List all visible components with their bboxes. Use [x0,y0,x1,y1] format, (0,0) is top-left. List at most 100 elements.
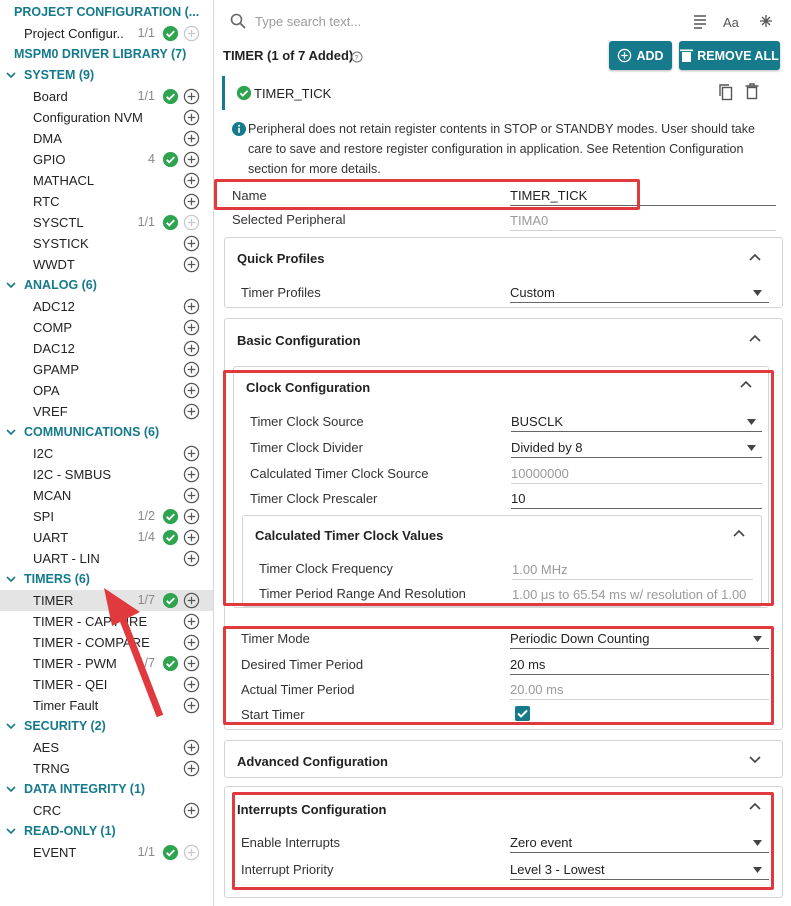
sparkle-icon[interactable] [757,12,775,30]
timer-mode-select[interactable]: Periodic Down Counting [510,631,769,649]
add-circle-icon[interactable] [183,151,200,168]
add-circle-icon[interactable] [183,592,200,609]
tree-item-dac12[interactable]: DAC12 [0,338,213,359]
add-circle-icon[interactable] [183,88,200,105]
clock-prescaler-field[interactable]: 10 [511,491,762,509]
add-circle-icon[interactable] [183,109,200,126]
tree-item-adc12[interactable]: ADC12 [0,296,213,317]
tree-item-comp[interactable]: COMP [0,317,213,338]
tree-item-project-configuration[interactable]: Project Configur... 1/1 [0,23,213,44]
advanced-configuration-title[interactable]: Advanced Configuration [237,754,388,769]
add-circle-icon[interactable] [183,844,200,861]
tree-item-event[interactable]: EVENT 1/1 [0,842,213,863]
remove-all-button[interactable]: REMOVE ALL [679,41,780,70]
chevron-up-icon[interactable] [749,802,761,810]
chevron-down-icon[interactable] [5,69,17,81]
tree-category-data-integrity[interactable]: DATA INTEGRITY (1) [0,779,213,800]
name-field[interactable]: TIMER_TICK [510,188,776,206]
tree-item-uart-lin[interactable]: UART - LIN [0,548,213,569]
add-circle-icon[interactable] [183,676,200,693]
chevron-up-icon[interactable] [733,529,745,537]
add-circle-icon[interactable] [183,130,200,147]
tree-item-systick[interactable]: SYSTICK [0,233,213,254]
dropdown-arrow-icon[interactable] [753,840,762,846]
tree-item-gpamp[interactable]: GPAMP [0,359,213,380]
add-circle-icon[interactable] [183,655,200,672]
enable-interrupts-select[interactable]: Zero event [510,835,769,853]
add-circle-icon[interactable] [183,445,200,462]
tree-item-sysctl[interactable]: SYSCTL 1/1 [0,212,213,233]
clock-source-select[interactable]: BUSCLK [511,414,762,432]
tree-item-spi[interactable]: SPI 1/2 [0,506,213,527]
add-circle-icon[interactable] [183,382,200,399]
dropdown-arrow-icon[interactable] [747,445,756,451]
tree-item-opa[interactable]: OPA [0,380,213,401]
chevron-down-icon[interactable] [5,825,17,837]
tree-item-i2c-smbus[interactable]: I2C - SMBUS [0,464,213,485]
tree-item-uart[interactable]: UART 1/4 [0,527,213,548]
add-circle-icon[interactable] [183,508,200,525]
tree-item-rtc[interactable]: RTC [0,191,213,212]
add-circle-icon[interactable] [183,697,200,714]
chevron-down-icon[interactable] [5,783,17,795]
tree-category-system[interactable]: SYSTEM (9) [0,65,213,86]
dropdown-arrow-icon[interactable] [753,867,762,873]
interrupt-priority-select[interactable]: Level 3 - Lowest [510,862,769,880]
add-circle-icon[interactable] [183,172,200,189]
tree-item-timer-compare[interactable]: TIMER - COMPARE [0,632,213,653]
basic-configuration-title[interactable]: Basic Configuration [237,333,361,348]
add-circle-icon[interactable] [183,403,200,420]
chevron-down-icon[interactable] [5,720,17,732]
tree-item-gpio[interactable]: GPIO 4 [0,149,213,170]
start-timer-checkbox[interactable] [515,706,530,721]
dropdown-arrow-icon[interactable] [753,636,762,642]
tree-item-mcan[interactable]: MCAN [0,485,213,506]
clock-configuration-title[interactable]: Clock Configuration [246,380,370,395]
tree-item-trng[interactable]: TRNG [0,758,213,779]
chevron-down-icon[interactable] [5,426,17,438]
tree-item-aes[interactable]: AES [0,737,213,758]
tree-item-crc[interactable]: CRC [0,800,213,821]
add-circle-icon[interactable] [183,466,200,483]
tree-item-timer-qei[interactable]: TIMER - QEI [0,674,213,695]
dropdown-arrow-icon[interactable] [747,419,756,425]
timer-profiles-select[interactable]: Custom [510,285,769,303]
tree-category-project-configuration[interactable]: PROJECT CONFIGURATION (... [0,2,213,23]
add-circle-icon[interactable] [183,319,200,336]
search-input[interactable] [255,10,615,32]
tree-item-timer-fault[interactable]: Timer Fault [0,695,213,716]
chevron-up-icon[interactable] [749,253,761,261]
tree-item-configuration-nvm[interactable]: Configuration NVM [0,107,213,128]
copy-icon[interactable] [718,83,734,101]
chevron-up-icon[interactable] [749,334,761,342]
font-size-icon[interactable]: Aa [723,12,741,30]
tree-category-communications[interactable]: COMMUNICATIONS (6) [0,422,213,443]
tree-item-vref[interactable]: VREF [0,401,213,422]
add-circle-icon[interactable] [183,361,200,378]
add-circle-icon[interactable] [183,340,200,357]
add-circle-icon[interactable] [183,802,200,819]
add-circle-icon[interactable] [183,634,200,651]
add-circle-icon[interactable] [183,25,200,42]
tree-category-read-only[interactable]: READ-ONLY (1) [0,821,213,842]
add-circle-icon[interactable] [183,613,200,630]
add-circle-icon[interactable] [183,214,200,231]
tree-category-security[interactable]: SECURITY (2) [0,716,213,737]
tree-item-mathacl[interactable]: MATHACL [0,170,213,191]
quick-profiles-title[interactable]: Quick Profiles [237,251,324,266]
chevron-down-icon[interactable] [5,279,17,291]
tree-item-timer-pwm[interactable]: TIMER - PWM 1/7 [0,653,213,674]
tree-item-wwdt[interactable]: WWDT [0,254,213,275]
instance-name[interactable]: TIMER_TICK [254,86,331,101]
desired-period-field[interactable]: 20 ms [510,657,769,675]
add-circle-icon[interactable] [183,739,200,756]
help-icon[interactable]: ? [351,51,363,63]
chevron-down-icon[interactable] [749,756,761,764]
add-circle-icon[interactable] [183,487,200,504]
add-circle-icon[interactable] [183,235,200,252]
add-circle-icon[interactable] [183,550,200,567]
chevron-down-icon[interactable] [5,573,17,585]
interrupts-configuration-title[interactable]: Interrupts Configuration [237,802,387,817]
list-view-icon[interactable] [691,12,709,30]
chevron-up-icon[interactable] [740,380,752,388]
